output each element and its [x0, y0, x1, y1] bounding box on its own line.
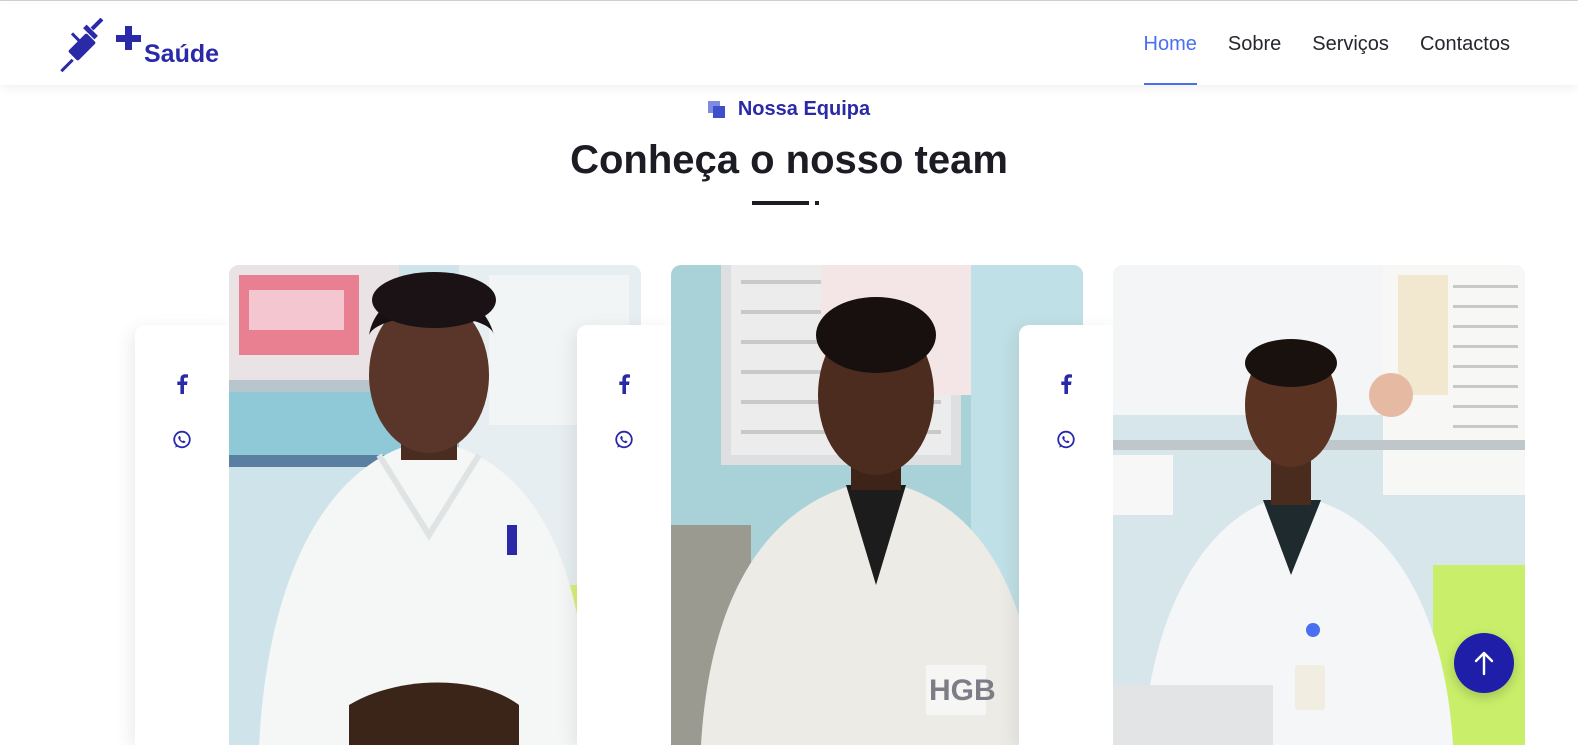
- facebook-icon[interactable]: [1053, 371, 1079, 397]
- social-panel: [135, 325, 235, 745]
- team-card: HGB: [577, 265, 1083, 745]
- brand-name: Saúde: [144, 40, 220, 68]
- brand-logo[interactable]: Saúde: [56, 16, 219, 76]
- main-nav: Home Sobre Serviços Contactos: [1143, 4, 1510, 85]
- eyebrow-text: Nossa Equipa: [737, 98, 871, 120]
- whatsapp-icon[interactable]: [1053, 427, 1079, 453]
- section-title: Conheça o nosso team: [570, 138, 1008, 182]
- navbar: Saúde Home Sobre Serviços Contactos: [0, 4, 1578, 85]
- arrow-up-icon: [1474, 651, 1494, 676]
- svg-text:HGB: HGB: [929, 674, 996, 707]
- facebook-icon[interactable]: [169, 371, 195, 397]
- whatsapp-icon[interactable]: [611, 427, 637, 453]
- social-panel: [577, 325, 677, 745]
- section-eyebrow: Nossa Equipa: [0, 98, 1578, 121]
- team-card: [1019, 265, 1525, 745]
- facebook-icon[interactable]: [611, 371, 637, 397]
- social-panel: [1019, 325, 1119, 745]
- squares-icon: [707, 100, 726, 119]
- plus-icon: [116, 26, 141, 50]
- team-card: [135, 265, 641, 745]
- nav-sobre[interactable]: Sobre: [1228, 4, 1281, 85]
- nav-servicos[interactable]: Serviços: [1312, 4, 1389, 85]
- nav-home[interactable]: Home: [1143, 4, 1198, 85]
- whatsapp-icon[interactable]: [169, 427, 195, 453]
- back-to-top-button[interactable]: [1454, 633, 1514, 693]
- syringe-icon: [60, 18, 104, 73]
- nav-contactos[interactable]: Contactos: [1420, 4, 1510, 85]
